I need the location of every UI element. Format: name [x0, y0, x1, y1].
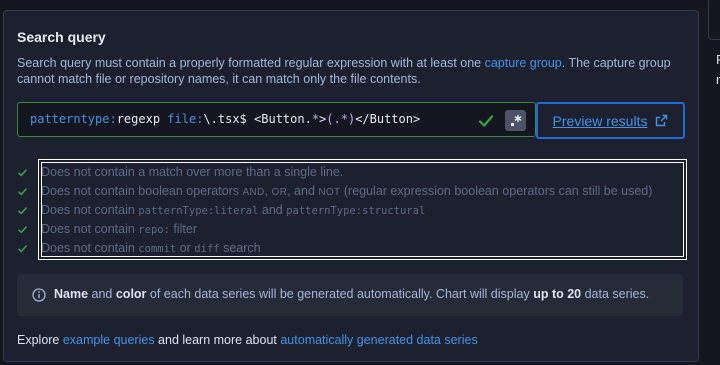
rule-keyword: NOT [318, 187, 341, 198]
rule-text-part: filter [169, 222, 197, 236]
info-text: data series. [581, 287, 650, 301]
rule-text-part: Does not contain boolean operators [41, 184, 243, 198]
footer-text: and learn more about [154, 333, 281, 347]
info-message: Name and color of each data series will … [54, 287, 649, 301]
rule-text: Does not contain commit or diff search [41, 241, 261, 255]
preview-results-label: Preview results [552, 112, 648, 129]
rule-code: diff [194, 243, 220, 255]
info-icon [32, 288, 46, 302]
adjacent-text-fragment: P [716, 52, 720, 67]
section-description: Search query must contain a properly for… [17, 55, 677, 87]
info-text: of each data series will be generated au… [146, 287, 534, 301]
rule-text-part: search [219, 241, 261, 255]
query-filter-value: regexp [116, 112, 161, 126]
query-text[interactable]: patterntype:regexp file:\.tsx$ <Button.*… [30, 112, 420, 126]
example-queries-link[interactable]: example queries [63, 333, 155, 347]
rule-text-part: Does not contain [41, 222, 139, 236]
check-icon [17, 188, 28, 196]
rule-text-part: Does not contain [41, 203, 139, 217]
search-query-panel: Search query Search query must contain a… [3, 10, 699, 362]
preview-results-button[interactable]: Preview results [536, 102, 685, 139]
rule-text-part: Does not contain a match over more than … [41, 165, 344, 179]
regex-toggle-button[interactable] [505, 110, 526, 131]
search-query-input[interactable]: patterntype:regexp file:\.tsx$ <Button.*… [17, 102, 536, 137]
rule-keyword: AND [242, 187, 265, 198]
rule-text: Does not contain repo: filter [41, 222, 197, 236]
rule-text-part: or [176, 241, 195, 255]
adjacent-text-fragment: r [716, 72, 720, 87]
query-filter-key: patterntype: [30, 112, 117, 126]
generated-data-series-link[interactable]: automatically generated data series [280, 333, 477, 347]
check-icon [17, 245, 28, 253]
query-filter-value: \.tsx$ [203, 112, 247, 126]
query-pattern: <Button. [254, 112, 312, 126]
rule-code: commit [138, 243, 177, 255]
rule-code: repo: [138, 224, 170, 236]
query-filter-key: file: [167, 112, 204, 126]
info-emphasis: up to 20 [533, 287, 582, 301]
query-pattern-operator: * [311, 112, 320, 126]
check-icon [478, 115, 494, 127]
query-capture-group: (.*) [326, 112, 356, 126]
info-alert: Name and color of each data series will … [17, 274, 683, 316]
description-text: Search query must contain a properly for… [17, 56, 485, 70]
rule-text-part: and [258, 203, 287, 217]
external-link-icon [656, 114, 668, 127]
rule-text: Does not contain boolean operators AND , … [41, 184, 652, 198]
footer-text: Explore [17, 333, 63, 347]
adjacent-card [708, 0, 720, 40]
section-title: Search query [17, 29, 106, 45]
info-text: and [88, 287, 116, 301]
rule-keyword: OR [271, 187, 288, 198]
explore-footer: Explore example queries and learn more a… [17, 333, 478, 347]
check-icon [17, 226, 28, 234]
rule-text-part: , [264, 184, 272, 198]
regex-icon [511, 114, 522, 126]
rule-text-part: Does not contain [41, 241, 139, 255]
capture-group-link[interactable]: capture group [485, 56, 562, 70]
info-emphasis: Name [54, 287, 89, 301]
query-pattern: </Button> [355, 112, 421, 126]
check-icon [17, 169, 28, 177]
rule-text: Does not contain a match over more than … [41, 165, 343, 179]
rule-text-part: , and [287, 184, 319, 198]
check-icon [17, 207, 28, 215]
info-emphasis: color [115, 287, 147, 301]
rule-text: Does not contain patternType:literal and… [41, 203, 425, 217]
rule-code: patternType:literal [138, 205, 259, 217]
rule-code: patternType:structural [286, 205, 426, 217]
adjacent-panel: P r [700, 0, 720, 365]
rule-text-part: (regular expression boolean operators ca… [340, 184, 653, 198]
